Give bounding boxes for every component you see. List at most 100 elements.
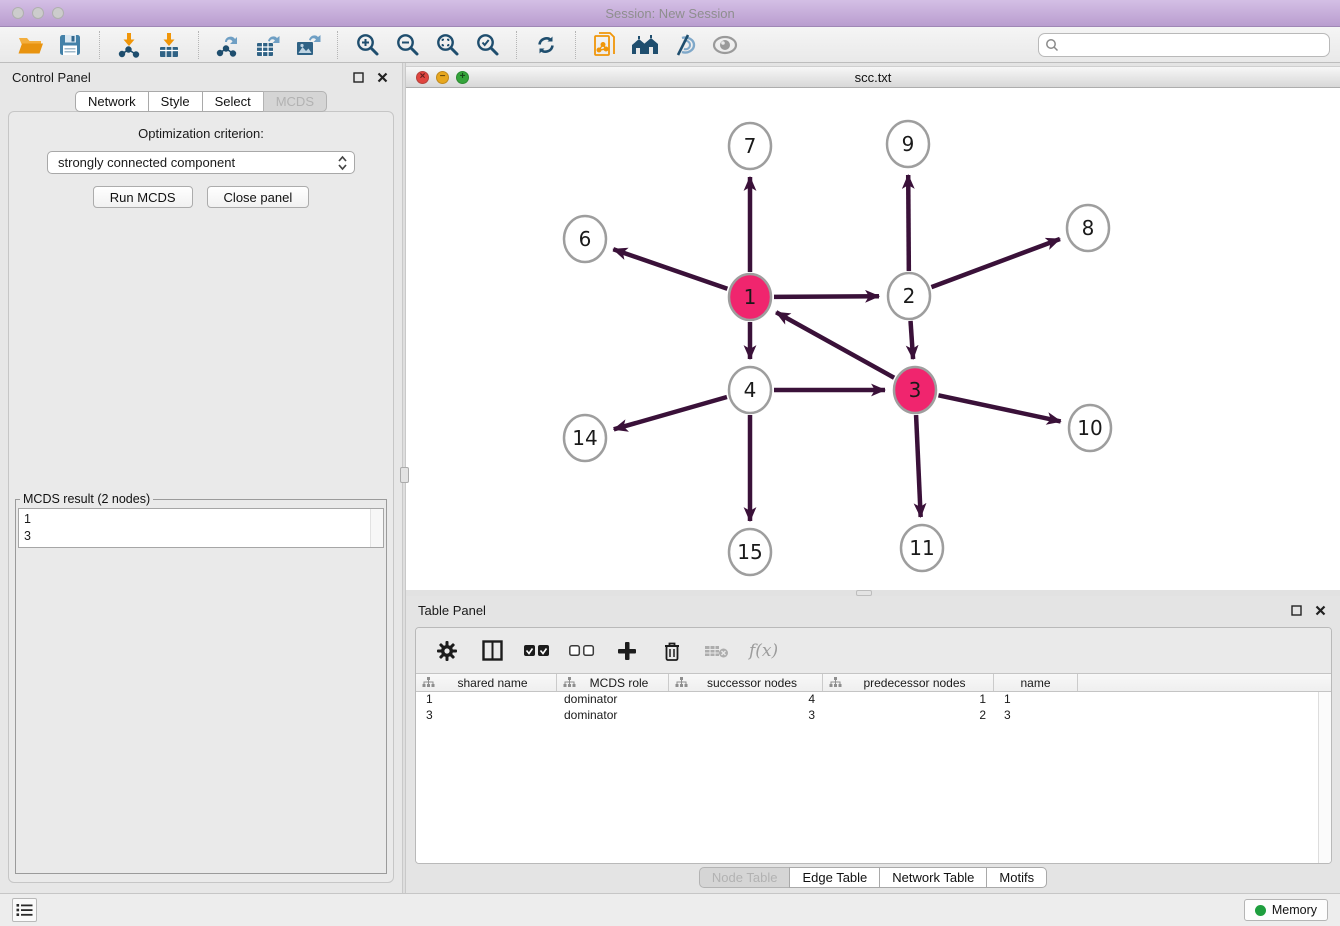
zoom-window-button[interactable] xyxy=(52,7,64,19)
delete-table-icon xyxy=(704,642,730,660)
node-14[interactable]: 14 xyxy=(564,415,606,461)
cell-predecessor-nodes[interactable]: 2 xyxy=(823,708,994,724)
tab-motifs[interactable]: Motifs xyxy=(986,867,1047,888)
close-window-button[interactable] xyxy=(12,7,24,19)
task-history-button[interactable] xyxy=(12,898,37,922)
network-from-file-button[interactable] xyxy=(590,30,620,60)
unselect-all-columns-button[interactable] xyxy=(569,638,595,664)
cell-shared-name[interactable]: 1 xyxy=(416,692,557,708)
main-title-bar: Session: New Session xyxy=(0,0,1340,27)
vertical-splitter-grip[interactable] xyxy=(400,467,409,483)
float-table-panel-button[interactable] xyxy=(1288,602,1304,618)
tab-style[interactable]: Style xyxy=(148,91,203,112)
zoom-fit-button[interactable] xyxy=(432,30,462,60)
zoom-in-button[interactable] xyxy=(352,30,382,60)
open-file-button[interactable] xyxy=(15,30,45,60)
result-scrollbar[interactable] xyxy=(370,509,383,547)
tab-edge-table[interactable]: Edge Table xyxy=(789,867,880,888)
hide-details-button[interactable] xyxy=(670,30,700,60)
node-15[interactable]: 15 xyxy=(729,529,771,575)
zoom-out-button[interactable] xyxy=(392,30,422,60)
node-9[interactable]: 9 xyxy=(887,121,929,167)
node-label-2: 2 xyxy=(903,284,916,308)
optimization-criterion-select[interactable]: strongly connected component xyxy=(47,151,355,174)
memory-button[interactable]: Memory xyxy=(1244,899,1328,921)
tab-mcds[interactable]: MCDS xyxy=(263,91,327,112)
horizontal-splitter-grip[interactable] xyxy=(856,590,872,596)
tab-select[interactable]: Select xyxy=(202,91,264,112)
column-header-name[interactable]: name xyxy=(994,674,1078,691)
edge-4-14[interactable] xyxy=(614,397,727,429)
tab-network-table[interactable]: Network Table xyxy=(879,867,987,888)
show-details-eye-button[interactable] xyxy=(710,30,740,60)
table-settings-button[interactable] xyxy=(434,638,460,664)
node-11[interactable]: 11 xyxy=(901,525,943,571)
node-2[interactable]: 2 xyxy=(888,273,930,319)
edge-3-1[interactable] xyxy=(776,312,894,378)
refresh-button[interactable] xyxy=(531,30,561,60)
vertical-splitter[interactable] xyxy=(402,63,406,893)
node-3[interactable]: 3 xyxy=(894,367,936,413)
minimize-window-button[interactable] xyxy=(32,7,44,19)
zoom-fit-icon xyxy=(435,32,460,57)
edge-2-3[interactable] xyxy=(911,321,914,359)
run-mcds-button[interactable]: Run MCDS xyxy=(93,186,193,208)
network-canvas[interactable]: 7 9 6 8 1 2 4 3 14 10 15 11 xyxy=(406,88,1340,590)
cell-successor-nodes[interactable]: 3 xyxy=(669,708,823,724)
mcds-tab-content: Optimization criterion: strongly connect… xyxy=(8,111,394,883)
import-network-button[interactable] xyxy=(114,30,144,60)
table-row[interactable]: 3 dominator 3 2 3 xyxy=(416,708,1331,724)
delete-column-button[interactable] xyxy=(659,638,685,664)
cell-mcds-role[interactable]: dominator xyxy=(557,692,669,708)
export-image-icon xyxy=(295,32,322,58)
delete-table-button-disabled xyxy=(704,638,730,664)
close-panel-button-mcds[interactable]: Close panel xyxy=(207,186,310,208)
node-10[interactable]: 10 xyxy=(1069,405,1111,451)
column-header-mcds-role[interactable]: MCDS role xyxy=(557,674,669,691)
tab-node-table[interactable]: Node Table xyxy=(699,867,791,888)
search-input[interactable] xyxy=(1059,36,1329,54)
cell-predecessor-nodes[interactable]: 1 xyxy=(823,692,994,708)
refresh-icon xyxy=(534,33,558,57)
edge-1-2[interactable] xyxy=(774,296,879,297)
close-table-panel-button[interactable] xyxy=(1312,602,1328,618)
tab-network[interactable]: Network xyxy=(75,91,149,112)
edge-2-8[interactable] xyxy=(931,239,1060,287)
node-7[interactable]: 7 xyxy=(729,123,771,169)
edge-1-6[interactable] xyxy=(613,249,727,288)
cell-mcds-role[interactable]: dominator xyxy=(557,708,669,724)
mcds-result-textarea[interactable]: 1 3 xyxy=(18,508,384,548)
memory-status-icon xyxy=(1255,905,1266,916)
cell-shared-name[interactable]: 3 xyxy=(416,708,557,724)
table-scrollbar[interactable] xyxy=(1318,692,1331,863)
node-4[interactable]: 4 xyxy=(729,367,771,413)
export-table-button[interactable] xyxy=(253,30,283,60)
table-row[interactable]: 1 dominator 4 1 1 xyxy=(416,692,1331,708)
zoom-selected-button[interactable] xyxy=(472,30,502,60)
home-button[interactable] xyxy=(630,30,660,60)
edge-2-9[interactable] xyxy=(908,175,909,271)
optimization-criterion-value: strongly connected component xyxy=(58,155,337,170)
cell-name[interactable]: 3 xyxy=(994,708,1078,724)
node-8[interactable]: 8 xyxy=(1067,205,1109,251)
edge-3-11[interactable] xyxy=(916,415,921,517)
create-column-button[interactable] xyxy=(614,638,640,664)
float-panel-button[interactable] xyxy=(350,69,366,85)
node-6[interactable]: 6 xyxy=(564,216,606,262)
import-table-button[interactable] xyxy=(154,30,184,60)
save-session-button[interactable] xyxy=(55,30,85,60)
node-1[interactable]: 1 xyxy=(729,274,771,320)
show-column-panel-button[interactable] xyxy=(479,638,505,664)
edge-3-10[interactable] xyxy=(938,395,1060,421)
column-header-successor-nodes[interactable]: successor nodes xyxy=(669,674,823,691)
search-field[interactable] xyxy=(1038,33,1330,57)
export-network-button[interactable] xyxy=(213,30,243,60)
column-header-predecessor-nodes[interactable]: predecessor nodes xyxy=(823,674,994,691)
cell-successor-nodes[interactable]: 4 xyxy=(669,692,823,708)
export-image-button[interactable] xyxy=(293,30,323,60)
select-all-columns-button[interactable] xyxy=(524,638,550,664)
cell-name[interactable]: 1 xyxy=(994,692,1078,708)
column-header-shared-name[interactable]: shared name xyxy=(416,674,557,691)
close-panel-button[interactable] xyxy=(374,69,390,85)
horizontal-splitter[interactable] xyxy=(406,590,1340,596)
